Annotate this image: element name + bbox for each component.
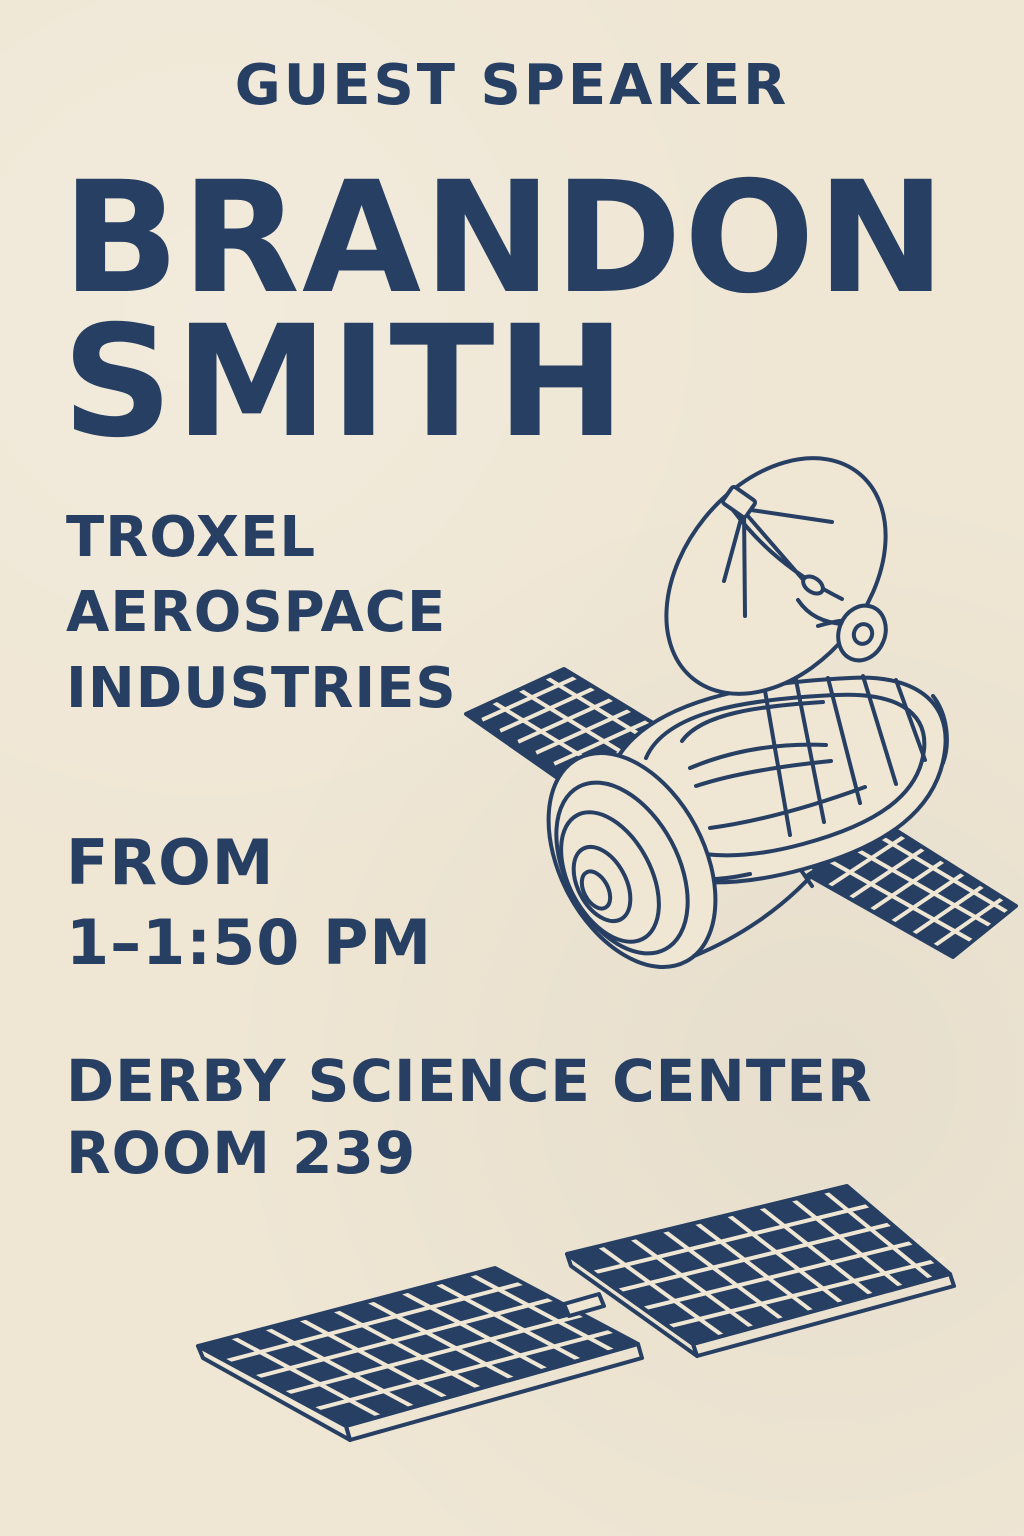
solar-panel-icon [196, 1184, 956, 1442]
venue-line-1: DERBY SCIENCE CENTER [66, 1047, 873, 1115]
organization-line-3: INDUSTRIES [66, 656, 457, 721]
time-line-1: FROM [66, 826, 275, 899]
bottom-right-solar-panel [565, 1184, 956, 1358]
bottom-left-solar-panel [196, 1266, 644, 1442]
venue-line-2: ROOM 239 [66, 1119, 417, 1187]
event-poster: GUEST SPEAKER BRANDON SMITH TROXEL AEROS… [0, 0, 1024, 1536]
bottom-connector-bar [562, 1292, 606, 1318]
satellite-icon [464, 456, 1018, 970]
time-line-2: 1–1:50 PM [66, 906, 433, 979]
organization-line-2: AEROSPACE [66, 580, 447, 645]
organization-line-1: TROXEL [66, 505, 317, 570]
guest-speaker-heading: GUEST SPEAKER [234, 53, 790, 118]
